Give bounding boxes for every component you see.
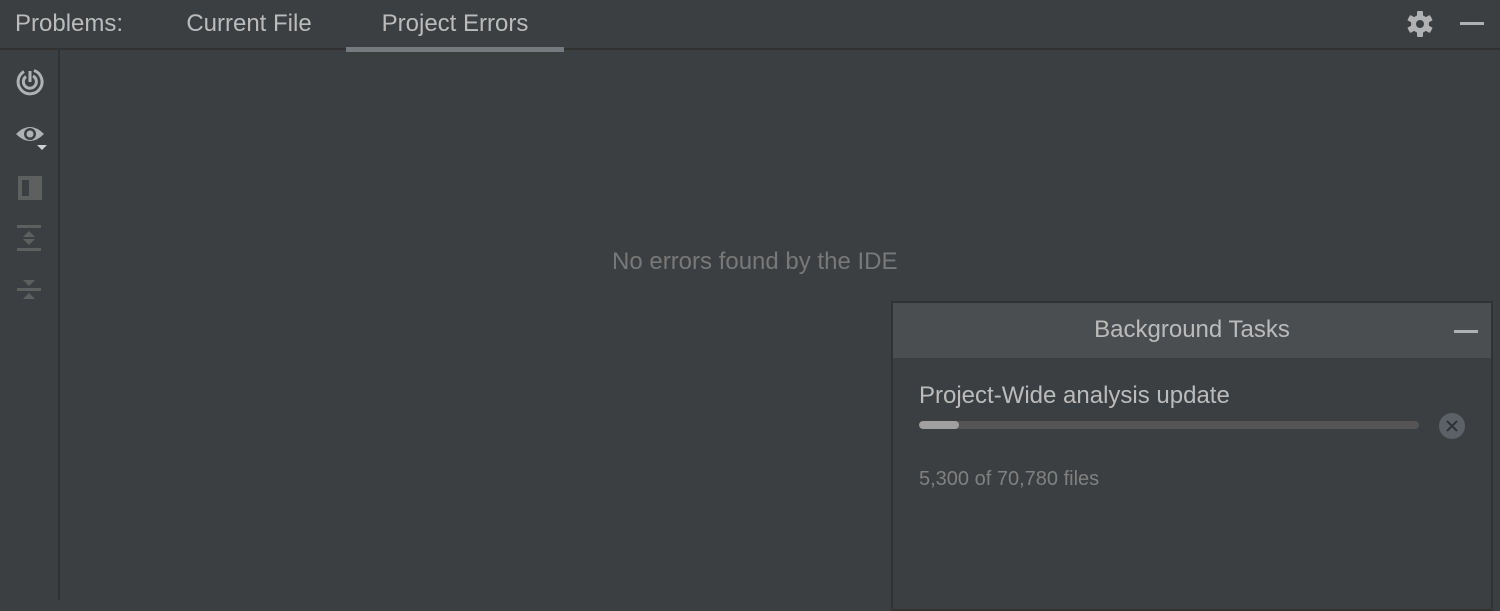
tab-project-errors[interactable]: Project Errors	[346, 10, 564, 52]
task-name: Project-Wide analysis update	[919, 382, 1230, 409]
close-icon	[1439, 413, 1465, 439]
tab-project-errors-label: Project Errors	[381, 10, 529, 37]
minimize-icon[interactable]	[1458, 10, 1486, 38]
problems-toolbar	[0, 50, 60, 600]
minimize-icon[interactable]	[1451, 319, 1481, 343]
inspect-radar-icon[interactable]	[14, 66, 46, 98]
background-tasks-header: Background Tasks	[893, 303, 1491, 358]
task-progress-bar	[919, 421, 1419, 429]
view-options-eye-icon[interactable]	[14, 118, 47, 150]
collapse-all-icon[interactable]	[14, 274, 46, 306]
background-tasks-title: Background Tasks	[1094, 316, 1290, 343]
problems-label: Problems:	[15, 10, 124, 37]
cancel-task-button[interactable]	[1438, 412, 1466, 440]
tab-current-file-label: Current File	[186, 10, 312, 37]
background-tasks-popup: Background Tasks Project-Wide analysis u…	[891, 301, 1493, 611]
gear-icon[interactable]	[1406, 10, 1434, 38]
empty-state-message: No errors found by the IDE	[612, 248, 898, 275]
task-file-count: 5,300 of 70,780 files	[919, 468, 1100, 490]
problems-toolwindow-header: Problems: Current File Project Errors	[0, 0, 1500, 52]
preview-panel-icon[interactable]	[14, 172, 46, 204]
expand-all-icon[interactable]	[14, 222, 46, 254]
task-progress-fill	[919, 421, 959, 429]
tab-current-file[interactable]: Current File	[176, 10, 322, 50]
